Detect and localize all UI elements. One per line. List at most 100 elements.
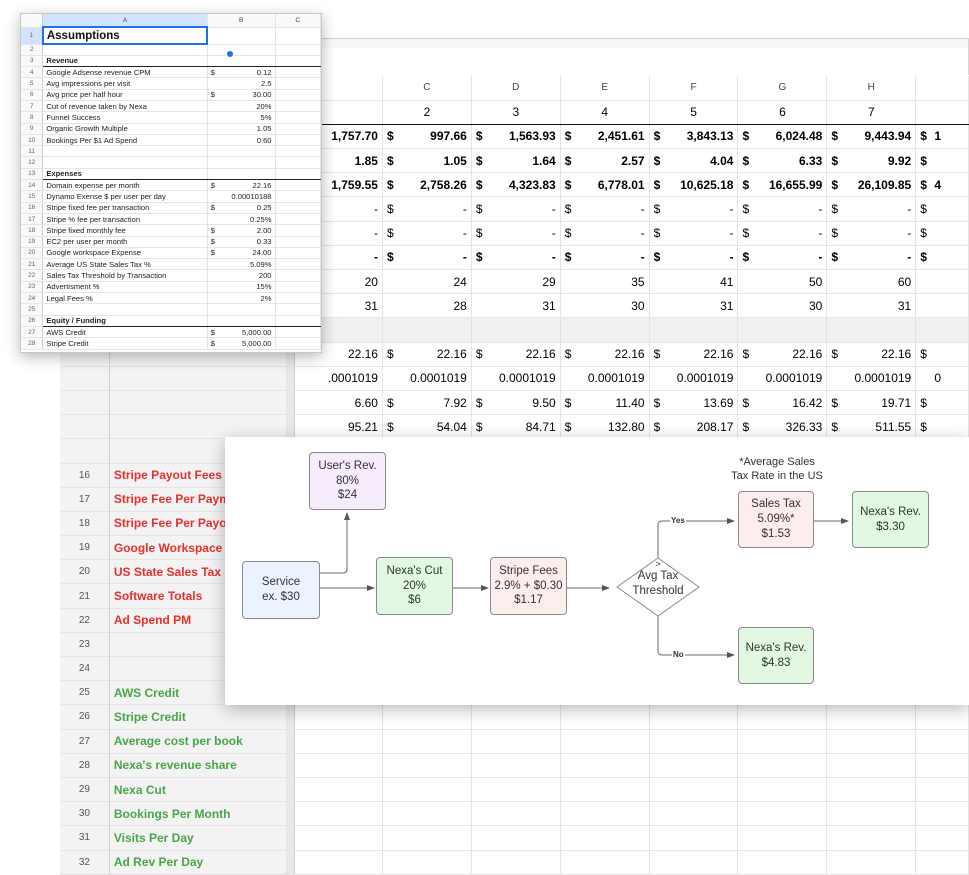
assumption-value[interactable]: 5% — [221, 111, 276, 124]
value-cell[interactable] — [930, 196, 969, 222]
assumption-value[interactable]: 2% — [221, 292, 276, 305]
value-cell[interactable] — [663, 704, 739, 730]
value-cell[interactable]: - — [752, 221, 828, 246]
assumption-value[interactable]: 2.00 — [221, 224, 276, 237]
empty-cell[interactable] — [275, 145, 321, 158]
currency-symbol[interactable]: $ — [826, 245, 842, 271]
assumption-label[interactable]: Cut of revenue taken by Nexa — [42, 100, 208, 113]
currency-symbol[interactable]: $ — [207, 337, 222, 350]
value-cell[interactable] — [663, 317, 739, 343]
value-cell[interactable] — [841, 729, 917, 754]
column-header-b[interactable]: B — [207, 14, 276, 28]
assumption-value[interactable]: 0.33 — [221, 236, 276, 248]
value-cell[interactable] — [574, 850, 650, 875]
value-cell[interactable] — [841, 801, 917, 827]
row-number[interactable] — [60, 390, 110, 416]
row-label[interactable] — [109, 414, 288, 440]
currency-symbol[interactable] — [382, 366, 398, 391]
value-cell[interactable]: 22.16 — [663, 342, 739, 367]
value-cell[interactable] — [397, 729, 472, 754]
value-cell[interactable] — [930, 704, 969, 730]
month-number-cell[interactable]: 5 — [649, 100, 739, 125]
currency-symbol[interactable] — [560, 777, 575, 803]
column-header-a[interactable]: A — [42, 14, 208, 28]
assumption-value[interactable]: 1.05 — [221, 123, 276, 135]
currency-symbol[interactable] — [737, 825, 753, 851]
column-header[interactable]: F — [649, 76, 739, 101]
currency-symbol[interactable]: $ — [560, 148, 575, 174]
currency-symbol[interactable]: $ — [207, 66, 222, 79]
currency-symbol[interactable]: $ — [915, 342, 931, 367]
currency-symbol[interactable]: $ — [382, 414, 398, 440]
value-cell[interactable]: 0.0001019 — [752, 366, 828, 391]
empty-cell[interactable] — [275, 111, 321, 124]
empty-cell[interactable] — [275, 77, 321, 90]
value-cell[interactable]: 22.16 — [752, 342, 828, 367]
currency-symbol[interactable] — [207, 134, 222, 147]
currency-symbol[interactable] — [826, 317, 842, 343]
currency-symbol[interactable] — [294, 777, 309, 803]
row-number[interactable]: 13 — [21, 168, 44, 181]
value-cell[interactable] — [930, 753, 969, 778]
value-cell[interactable]: 7.92 — [397, 390, 472, 416]
currency-symbol[interactable]: $ — [382, 148, 398, 174]
value-cell[interactable]: - — [663, 196, 739, 222]
currency-symbol[interactable] — [649, 366, 664, 391]
node-users-rev[interactable]: User's Rev. 80% $24 — [309, 452, 386, 510]
empty-cell[interactable] — [275, 44, 321, 56]
currency-symbol[interactable]: $ — [471, 221, 487, 246]
row-label[interactable] — [109, 366, 288, 391]
currency-symbol[interactable] — [471, 753, 487, 778]
value-cell[interactable] — [930, 390, 969, 416]
value-cell[interactable]: 9,443.94 — [841, 124, 917, 150]
assumption-label[interactable]: AWS Credit — [42, 326, 208, 339]
currency-symbol[interactable] — [207, 111, 222, 124]
assumption-value[interactable]: 15% — [221, 281, 276, 294]
empty-cell[interactable] — [275, 89, 321, 101]
currency-symbol[interactable]: $ — [737, 172, 753, 198]
empty-cell[interactable] — [275, 123, 321, 135]
row-number[interactable]: 17 — [60, 487, 110, 512]
currency-symbol[interactable] — [471, 269, 487, 295]
currency-symbol[interactable] — [915, 801, 931, 827]
currency-symbol[interactable] — [294, 850, 309, 875]
currency-symbol[interactable] — [737, 729, 753, 754]
value-cell[interactable]: 50 — [752, 269, 828, 295]
row-number[interactable]: 32 — [60, 850, 110, 875]
currency-symbol[interactable]: $ — [826, 124, 842, 150]
empty-cell[interactable] — [275, 100, 321, 113]
currency-symbol[interactable] — [560, 801, 575, 827]
assumption-label[interactable]: Google workspace Expense — [42, 247, 208, 260]
row-number[interactable]: 18 — [21, 224, 44, 237]
currency-symbol[interactable] — [915, 293, 931, 319]
value-cell[interactable] — [930, 293, 969, 319]
selection-fill-handle[interactable] — [226, 50, 234, 58]
value-cell[interactable]: 4,323.83 — [486, 172, 561, 198]
value-cell[interactable] — [308, 777, 383, 803]
assumption-label[interactable] — [42, 303, 208, 316]
currency-symbol[interactable]: $ — [382, 390, 398, 416]
value-cell[interactable]: 16,655.99 — [752, 172, 828, 198]
assumption-value[interactable]: 2.5 — [221, 77, 276, 90]
value-cell[interactable] — [930, 729, 969, 754]
assumption-label[interactable]: Domain expense per month — [42, 179, 208, 192]
currency-symbol[interactable] — [915, 850, 931, 875]
value-cell[interactable] — [930, 414, 969, 440]
row-number[interactable]: 2 — [21, 44, 44, 56]
assumption-label[interactable]: Stripe fixed fee per transaction — [42, 202, 208, 214]
currency-symbol[interactable] — [737, 704, 753, 730]
value-cell[interactable]: 41 — [663, 269, 739, 295]
row-number[interactable]: 29 — [60, 777, 110, 803]
value-cell[interactable]: 22.16 — [574, 342, 650, 367]
assumption-value[interactable] — [221, 303, 276, 316]
value-cell[interactable]: 13.69 — [663, 390, 739, 416]
value-cell[interactable]: - — [752, 245, 828, 271]
value-cell[interactable] — [397, 317, 472, 343]
row-label[interactable]: Bookings Per Month — [109, 801, 288, 827]
row-number[interactable]: 28 — [21, 337, 44, 350]
currency-symbol[interactable] — [915, 777, 931, 803]
value-cell[interactable] — [574, 801, 650, 827]
currency-symbol[interactable] — [649, 801, 664, 827]
currency-symbol[interactable] — [915, 317, 931, 343]
assumption-label[interactable]: Equity / Funding — [42, 315, 208, 327]
